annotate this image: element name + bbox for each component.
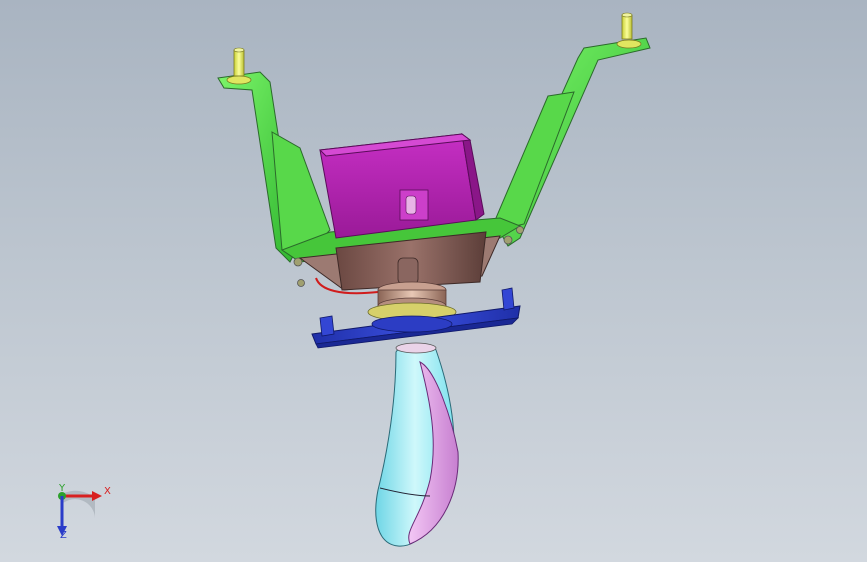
y-axis-label: Y: [59, 483, 66, 494]
shift-knob[interactable]: [375, 342, 459, 547]
cad-viewport[interactable]: X Y Z: [0, 0, 867, 562]
z-axis-label: Z: [60, 530, 67, 541]
3d-model[interactable]: [0, 0, 867, 562]
actuator-box[interactable]: [318, 132, 485, 239]
x-axis-label: X: [104, 486, 111, 497]
axis-triad: X Y Z: [40, 478, 120, 548]
coupling-ring[interactable]: [367, 281, 457, 322]
